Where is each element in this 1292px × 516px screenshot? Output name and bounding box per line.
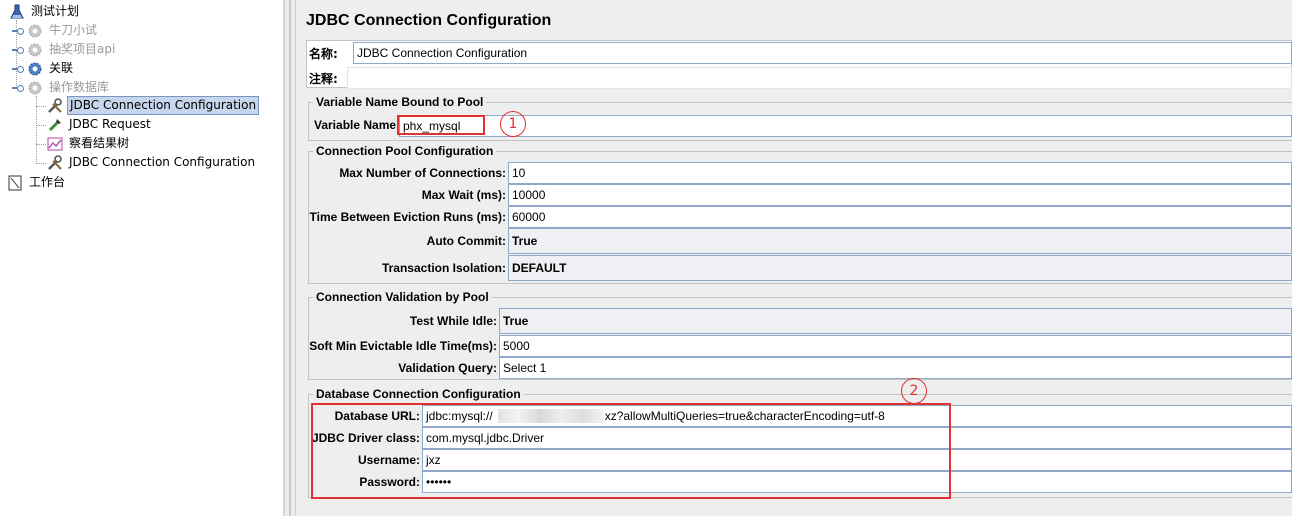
wrench-screwdriver-icon <box>46 97 64 115</box>
auto-commit-label: Auto Commit: <box>426 234 506 248</box>
tree-node-thread-group-4[interactable]: 操作数据库 <box>26 78 111 97</box>
tree-node-label: 关联 <box>49 61 74 75</box>
notebook-icon <box>6 174 24 192</box>
max-connections-input[interactable]: 10 <box>508 162 1292 184</box>
flask-icon <box>8 3 26 21</box>
split-pane-divider[interactable] <box>284 0 296 516</box>
comment-label: 注释: <box>309 72 338 86</box>
tree-node-label: JDBC Connection Configuration <box>69 155 256 169</box>
eviction-runs-label: Time Between Eviction Runs (ms): <box>309 210 506 224</box>
test-plan-tree: 测试计划 牛刀小试 抽奖项目api 关联 操作数据库 JDBC Connecti… <box>0 0 284 516</box>
gear-icon <box>26 41 44 59</box>
wrench-screwdriver-icon <box>46 154 64 172</box>
tree-node-thread-group-3[interactable]: 关联 <box>26 59 75 78</box>
tree-node-label: JDBC Connection Configuration <box>67 96 260 115</box>
name-label: 名称: <box>309 47 338 61</box>
config-panel: JDBC Connection Configuration 名称: JDBC C… <box>296 0 1292 516</box>
tree-connector <box>36 106 46 107</box>
soft-min-idle-label: Soft Min Evictable Idle Time(ms): <box>309 339 497 353</box>
variable-name-input[interactable]: phx_mysql <box>399 115 1292 137</box>
annotation-box-2 <box>311 403 951 499</box>
comment-input[interactable] <box>347 67 1292 89</box>
pipette-icon <box>46 116 64 134</box>
name-input[interactable]: JDBC Connection Configuration <box>353 42 1292 64</box>
transaction-isolation-select[interactable]: DEFAULT <box>508 255 1292 281</box>
test-while-idle-label: Test While Idle: <box>409 314 497 328</box>
gear-icon <box>26 79 44 97</box>
page-title: JDBC Connection Configuration <box>306 12 552 29</box>
max-wait-label: Max Wait (ms): <box>421 188 506 202</box>
tree-node-jdbc-request[interactable]: JDBC Request <box>46 115 153 134</box>
pool-binding-title: Variable Name Bound to Pool <box>313 95 487 109</box>
soft-min-idle-input[interactable]: 5000 <box>499 335 1292 357</box>
tree-node-label: 测试计划 <box>31 4 80 18</box>
tree-node-workbench[interactable]: 工作台 <box>6 173 67 192</box>
eviction-runs-input[interactable]: 60000 <box>508 206 1292 228</box>
variable-name-label: Variable Name: <box>314 118 401 132</box>
transaction-isolation-label: Transaction Isolation: <box>381 261 506 275</box>
tree-node-jdbc-config-2[interactable]: JDBC Connection Configuration <box>46 153 257 172</box>
validation-query-input[interactable]: Select 1 <box>499 357 1292 379</box>
expand-handle-icon[interactable] <box>12 27 24 35</box>
tree-node-label: 操作数据库 <box>49 80 110 94</box>
expand-handle-icon[interactable] <box>12 65 24 73</box>
tree-node-label: 工作台 <box>29 175 66 189</box>
test-while-idle-select[interactable]: True <box>499 308 1292 334</box>
tree-node-thread-group-1[interactable]: 牛刀小试 <box>26 21 99 40</box>
tree-node-label: 牛刀小试 <box>49 23 98 37</box>
pool-config-title: Connection Pool Configuration <box>313 144 497 158</box>
gear-icon <box>26 22 44 40</box>
tree-node-test-plan[interactable]: 测试计划 <box>8 2 81 21</box>
gear-icon <box>26 60 44 78</box>
validation-query-label: Validation Query: <box>398 361 497 375</box>
tree-connector <box>36 163 46 164</box>
tree-node-jdbc-config-selected[interactable]: JDBC Connection Configuration <box>46 96 260 115</box>
tree-node-thread-group-2[interactable]: 抽奖项目api <box>26 40 117 59</box>
annotation-marker-2: 2 <box>901 378 927 404</box>
auto-commit-select[interactable]: True <box>508 228 1292 254</box>
tree-node-result-tree[interactable]: 察看结果树 <box>46 134 131 153</box>
expand-handle-icon[interactable] <box>12 46 24 54</box>
annotation-box-1 <box>397 115 485 135</box>
validation-title: Connection Validation by Pool <box>313 290 492 304</box>
chart-icon <box>46 135 64 153</box>
max-connections-label: Max Number of Connections: <box>339 166 506 180</box>
max-wait-input[interactable]: 10000 <box>508 184 1292 206</box>
tree-connector <box>36 144 46 145</box>
tree-node-label: 抽奖项目api <box>49 42 116 56</box>
tree-node-label: JDBC Request <box>69 117 151 131</box>
divider-grip <box>289 0 291 516</box>
database-title: Database Connection Configuration <box>313 387 524 401</box>
tree-node-label: 察看结果树 <box>69 136 130 150</box>
annotation-marker-1: 1 <box>500 111 526 137</box>
tree-connector <box>36 125 46 126</box>
expand-handle-icon[interactable] <box>12 84 24 92</box>
